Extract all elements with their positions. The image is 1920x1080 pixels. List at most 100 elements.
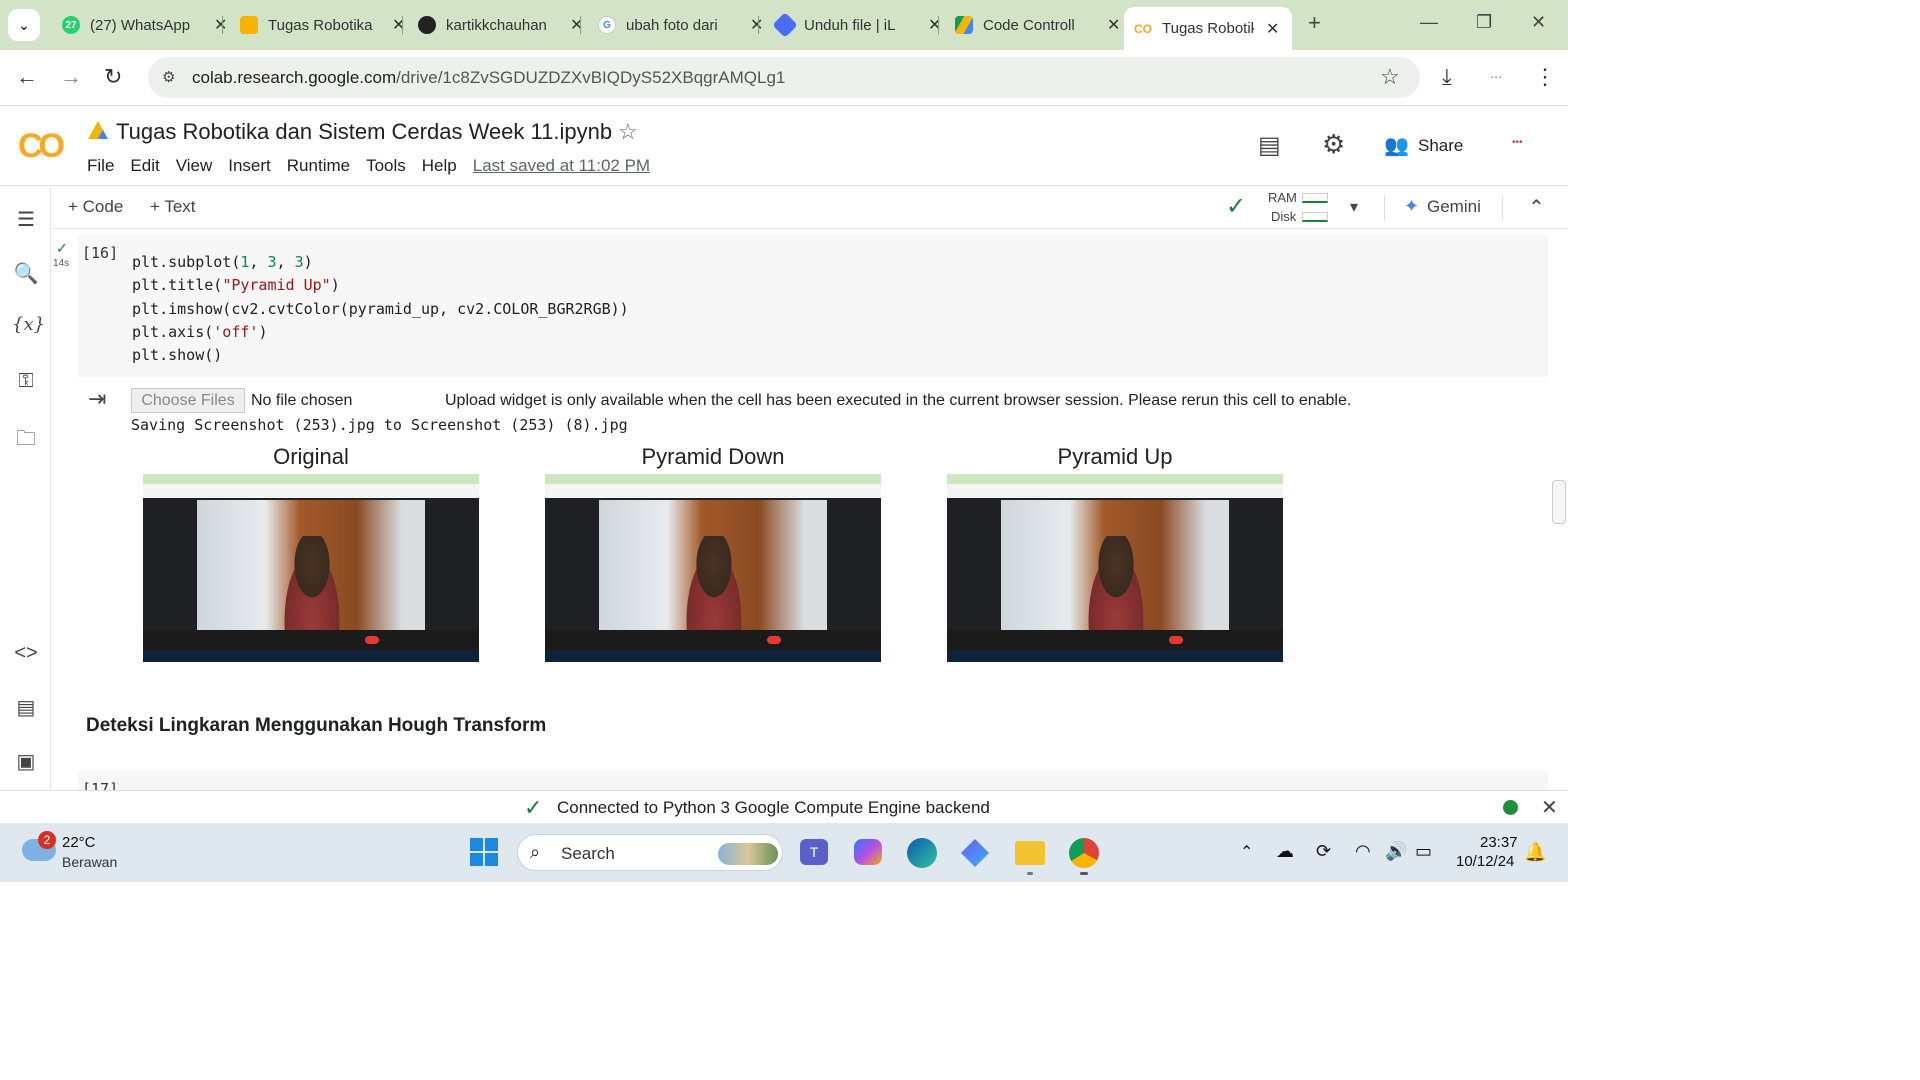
- close-status-icon[interactable]: ✕: [1541, 795, 1558, 820]
- forward-arrow-icon[interactable]: →: [60, 64, 82, 90]
- drive-icon: [955, 16, 973, 34]
- code-line: plt.show(): [132, 346, 223, 365]
- tab-ilovepdf[interactable]: Unduh file | iL ✕: [766, 8, 951, 42]
- variables-icon[interactable]: {x}: [12, 314, 45, 335]
- tab-google-search[interactable]: G ubah foto dari ✕: [588, 8, 773, 42]
- tab-whatsapp[interactable]: 27 (27) WhatsApp ✕: [52, 8, 237, 42]
- wifi-icon[interactable]: ◠: [1355, 841, 1371, 862]
- last-saved-link[interactable]: Last saved at 11:02 PM: [473, 156, 650, 176]
- new-tab-button[interactable]: +: [1308, 10, 1321, 36]
- section-heading: Deteksi Lingkaran Menggunakan Hough Tran…: [86, 715, 547, 736]
- search-label: Search: [561, 844, 615, 863]
- taskbar-search[interactable]: ⌕ Search: [517, 834, 783, 871]
- edge-icon[interactable]: [907, 838, 937, 868]
- choose-files-button[interactable]: Choose Files: [131, 388, 245, 413]
- share-button[interactable]: Share: [1418, 136, 1463, 156]
- close-icon[interactable]: ✕: [570, 15, 583, 35]
- colab-icon: CO: [1134, 21, 1152, 36]
- back-arrow-icon[interactable]: ←: [16, 64, 38, 90]
- copilot-app-icon[interactable]: [961, 839, 989, 867]
- temperature[interactable]: 22°C: [62, 834, 96, 851]
- menu-file[interactable]: File: [87, 156, 114, 176]
- url-text[interactable]: colab.research.google.com/drive/1c8ZvSGD…: [192, 68, 785, 88]
- address-bar[interactable]: ⚙ colab.research.google.com/drive/1c8ZvS…: [148, 57, 1420, 98]
- search-icon[interactable]: 🔍: [12, 261, 40, 286]
- chrome-icon[interactable]: [1069, 838, 1099, 868]
- close-icon[interactable]: ✕: [1107, 15, 1120, 35]
- clock-date[interactable]: 10/12/24: [1456, 853, 1514, 870]
- close-icon[interactable]: ✕: [928, 15, 941, 35]
- close-icon[interactable]: ✕: [1266, 19, 1279, 39]
- share-people-icon: 👥: [1384, 135, 1409, 157]
- file-explorer-icon[interactable]: [1015, 841, 1045, 865]
- collapse-header-icon[interactable]: ⌃: [1528, 195, 1545, 220]
- cell-exec-count[interactable]: [16]: [82, 244, 118, 262]
- tab-tugas-robotika-slides[interactable]: Tugas Robotika ✕: [230, 8, 415, 42]
- left-sidebar: ☰ 🔍 {x} ⚿ 🗀 <> ▤ ▣: [0, 187, 51, 790]
- onedrive-cloud-icon[interactable]: ☁: [1276, 841, 1294, 862]
- running-indicator: [1027, 872, 1033, 875]
- tab-code-controller-drive[interactable]: Code Controll ✕: [945, 8, 1130, 42]
- extension-icon[interactable]: ⋯: [1490, 70, 1502, 84]
- site-info-icon[interactable]: ⚙: [162, 68, 175, 86]
- teams-icon[interactable]: T: [800, 839, 828, 865]
- tab-github[interactable]: kartikkchauhan ✕: [408, 8, 593, 42]
- menu-runtime[interactable]: Runtime: [287, 156, 350, 176]
- ram-label: RAM: [1268, 190, 1297, 205]
- subplot-title-pyramid-up: Pyramid Up: [1057, 444, 1173, 469]
- star-icon[interactable]: ☆: [618, 119, 638, 145]
- code-snippets-icon[interactable]: <>: [12, 642, 40, 665]
- clock-time[interactable]: 23:37: [1480, 834, 1518, 851]
- account-avatar[interactable]: •••: [1512, 137, 1523, 148]
- menu-edit[interactable]: Edit: [130, 156, 159, 176]
- comment-icon[interactable]: ▤: [1258, 131, 1281, 160]
- browser-menu-icon[interactable]: ⋮: [1534, 64, 1556, 90]
- settings-gear-icon[interactable]: ⚙: [1322, 129, 1345, 160]
- add-text-cell-button[interactable]: + Text: [150, 197, 196, 217]
- minimize-icon[interactable]: —: [1420, 12, 1438, 33]
- code-editor[interactable]: plt.subplot(1, 3, 3) plt.title("Pyramid U…: [132, 251, 629, 367]
- menu-insert[interactable]: Insert: [228, 156, 271, 176]
- copilot-icon[interactable]: [854, 839, 882, 865]
- ilovepdf-icon: [772, 12, 798, 38]
- close-icon[interactable]: ✕: [392, 15, 405, 35]
- disk-meter[interactable]: [1302, 212, 1328, 222]
- status-message: Connected to Python 3 Google Compute Eng…: [557, 798, 990, 817]
- add-code-cell-button[interactable]: + Code: [68, 197, 123, 217]
- next-code-cell[interactable]: [78, 771, 1548, 790]
- notification-bell-icon[interactable]: 🔔: [1524, 842, 1546, 863]
- tab-label: Tugas Robotik: [1162, 20, 1254, 37]
- colab-logo[interactable]: CO: [18, 127, 65, 166]
- sync-icon[interactable]: ⟳: [1316, 841, 1331, 862]
- close-icon[interactable]: ✕: [750, 15, 763, 35]
- command-palette-icon[interactable]: ▤: [12, 695, 40, 720]
- close-window-icon[interactable]: ✕: [1531, 12, 1546, 33]
- ram-meter[interactable]: [1302, 193, 1328, 203]
- battery-icon[interactable]: ▭: [1415, 841, 1432, 862]
- restore-icon[interactable]: ❐: [1476, 12, 1492, 33]
- menu-help[interactable]: Help: [422, 156, 457, 176]
- notebook-scrollbar[interactable]: [1552, 480, 1566, 524]
- volume-icon[interactable]: 🔊: [1385, 841, 1407, 862]
- tab-colab-active[interactable]: CO Tugas Robotik ✕: [1124, 7, 1292, 50]
- terminal-icon[interactable]: ▣: [12, 749, 40, 774]
- menu-view[interactable]: View: [176, 156, 213, 176]
- files-folder-icon[interactable]: 🗀: [12, 424, 40, 458]
- windows-start-icon[interactable]: [470, 838, 498, 866]
- table-of-contents-icon[interactable]: ☰: [12, 207, 40, 232]
- reload-icon[interactable]: ↻: [104, 64, 122, 90]
- runtime-dropdown-icon[interactable]: ▾: [1350, 197, 1358, 217]
- notebook-toolbar: + Code + Text ✓ RAM Disk ▾ ✦ Gemini ⌃: [52, 187, 1568, 229]
- tab-search-chevron-icon[interactable]: ⌄: [8, 9, 40, 41]
- tray-overflow-chevron-icon[interactable]: ⌃: [1240, 842, 1253, 862]
- secrets-key-icon[interactable]: ⚿: [12, 370, 40, 393]
- github-icon: [418, 16, 436, 34]
- code-line: plt.subplot(1, 3, 3): [132, 253, 313, 271]
- output-toggle-icon[interactable]: ⇥: [88, 386, 106, 412]
- gemini-button[interactable]: Gemini: [1427, 197, 1481, 217]
- close-icon[interactable]: ✕: [214, 15, 227, 35]
- notebook-title[interactable]: Tugas Robotika dan Sistem Cerdas Week 11…: [116, 119, 612, 145]
- menu-tools[interactable]: Tools: [366, 156, 406, 176]
- download-icon[interactable]: ⤓: [1442, 64, 1452, 90]
- bookmark-star-icon[interactable]: ☆: [1380, 64, 1400, 90]
